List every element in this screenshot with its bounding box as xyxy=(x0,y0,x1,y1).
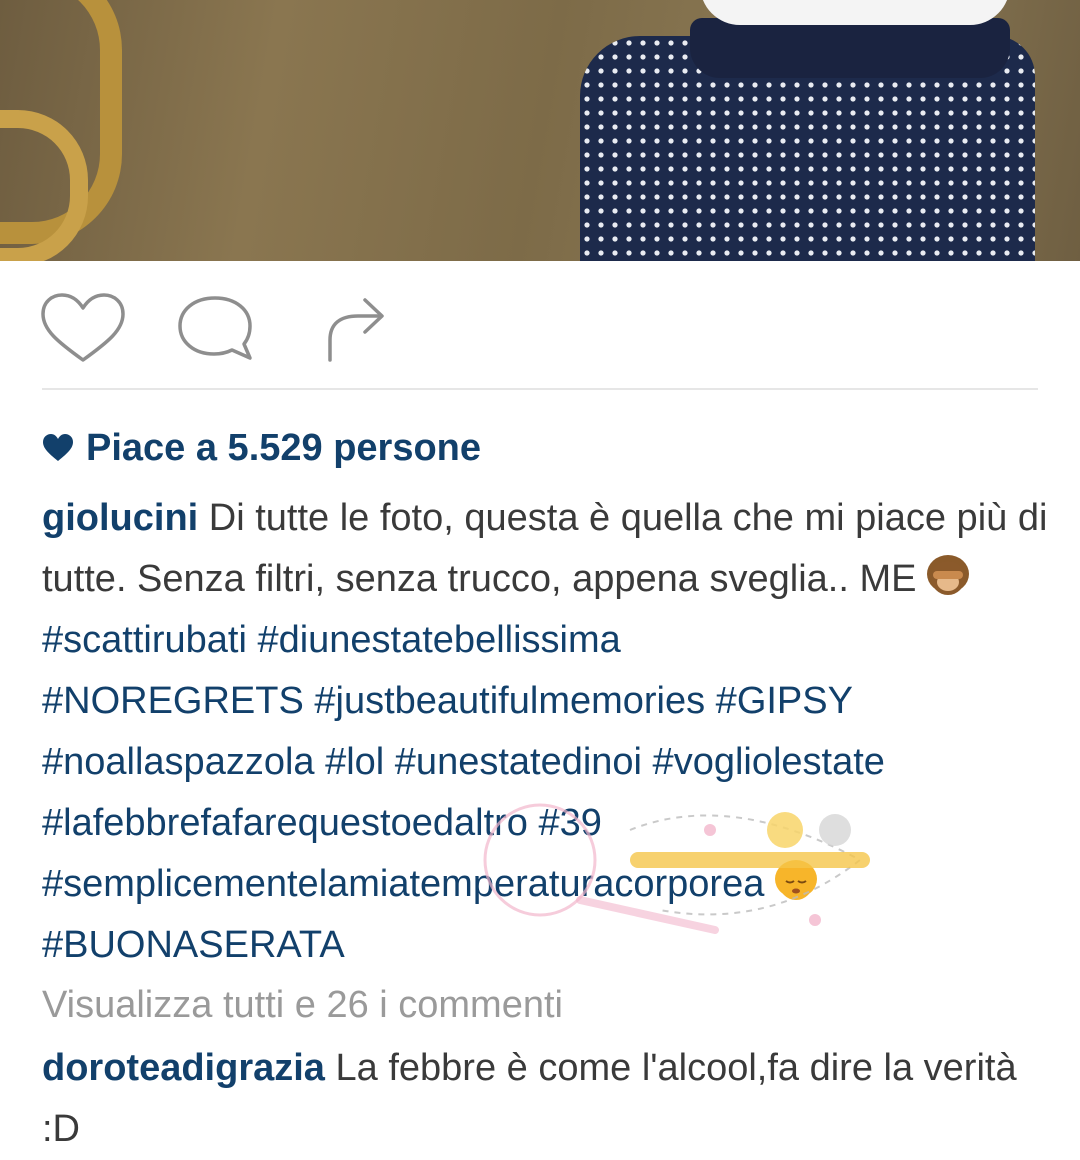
comment-username[interactable]: doroteadigrazia xyxy=(42,1047,325,1089)
caption-hashtags-5[interactable]: #semplicementelamiatemperaturacorporea xyxy=(42,863,764,905)
comment-button[interactable] xyxy=(170,290,260,366)
comment-bubble-icon xyxy=(178,296,252,360)
caption-hashtags-3[interactable]: #noallaspazzola #lol #unestatedinoi #vog… xyxy=(42,741,885,783)
post-caption: giolucini Di tutte le foto, questa è que… xyxy=(42,488,1052,976)
likes-count[interactable]: Piace a 5.529 persone xyxy=(42,422,481,474)
caption-hashtags-2[interactable]: #NOREGRETS #justbeautifulmemories #GIPSY xyxy=(42,680,853,722)
caption-hashtags-4[interactable]: #lafebbrefafarequestoedaltro #39 xyxy=(42,802,602,844)
share-button[interactable] xyxy=(310,290,400,366)
like-button[interactable] xyxy=(38,290,128,366)
share-arrow-icon xyxy=(328,298,384,362)
view-all-comments-link[interactable]: Visualizza tutti e 26 i commenti xyxy=(42,978,563,1032)
post-action-bar xyxy=(0,290,1080,370)
heart-filled-icon xyxy=(43,434,73,461)
photo-waistband xyxy=(690,18,1010,78)
caption-hashtags-6[interactable]: #BUONASERATA xyxy=(42,924,345,966)
see-no-evil-monkey-icon xyxy=(927,555,970,595)
action-divider xyxy=(42,388,1038,390)
caption-username[interactable]: giolucini xyxy=(42,497,198,539)
caption-hashtags-1[interactable]: #scattirubati #diunestatebellissima xyxy=(42,619,621,661)
sleepy-face-icon xyxy=(774,860,817,900)
comment-item: doroteadigrazia La febbre è come l'alcoo… xyxy=(42,1038,1052,1160)
photo-shirt xyxy=(700,0,1010,25)
heart-outline-icon xyxy=(41,293,125,362)
likes-text: Piace a 5.529 persone xyxy=(86,426,482,469)
post-photo[interactable] xyxy=(0,0,1080,261)
